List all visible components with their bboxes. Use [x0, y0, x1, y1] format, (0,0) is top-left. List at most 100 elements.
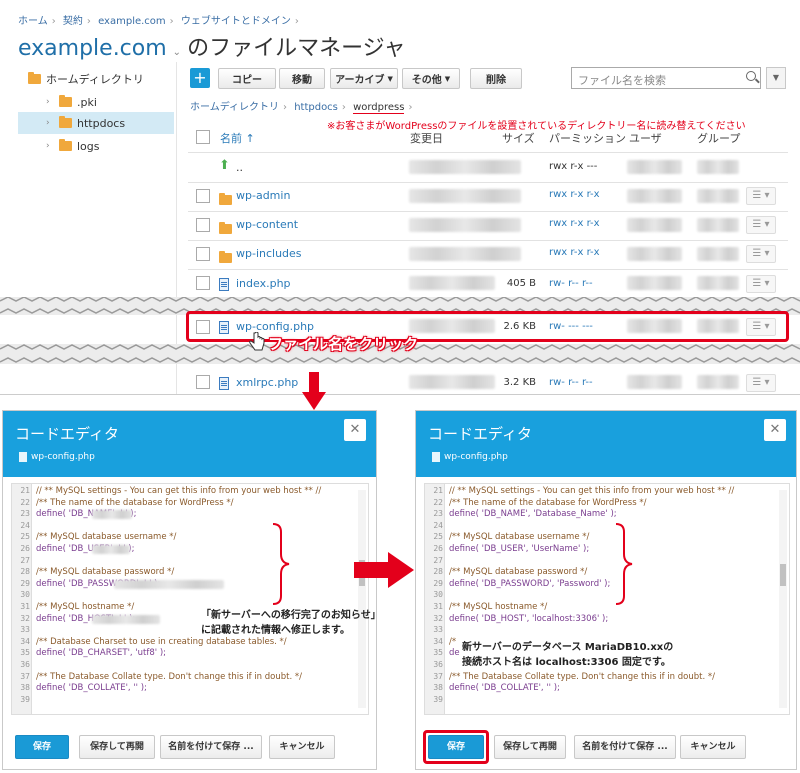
row-checkbox[interactable] — [196, 218, 210, 232]
php-file-icon — [219, 278, 229, 291]
save-button[interactable]: 保存 — [15, 735, 69, 759]
archive-button[interactable]: アーカイブ ▼ — [330, 68, 398, 89]
code-line: define( 'DB_PASSWORD', 'Password' ); — [449, 578, 611, 589]
tree-item-label: logs — [77, 139, 100, 153]
copy-button[interactable]: コピー — [218, 68, 276, 89]
file-name[interactable]: wp-content — [236, 218, 298, 231]
save-as-button[interactable]: 名前を付けて保存 ... — [160, 735, 262, 759]
line-number: 33 — [20, 625, 30, 635]
save-as-button[interactable]: 名前を付けて保存 ... — [574, 735, 676, 759]
chevron-right-icon[interactable]: › — [46, 118, 54, 128]
col-size[interactable]: サイズ — [502, 130, 535, 146]
move-button[interactable]: 移動 — [279, 68, 325, 89]
code-line: /** The Database Collate type. Don't cha… — [449, 671, 715, 682]
file-permission[interactable]: rw- r-- r-- — [549, 377, 593, 388]
close-icon[interactable]: ✕ — [764, 419, 786, 441]
code-line: /** MySQL hostname */ — [36, 602, 135, 612]
breadcrumb-websites[interactable]: ウェブサイトとドメイン — [181, 16, 291, 27]
file-name[interactable]: wp-includes — [236, 247, 302, 260]
code-area[interactable]: 21 // ** MySQL settings - You can get thi… — [424, 483, 790, 715]
path-wordpress[interactable]: wordpress — [353, 102, 405, 114]
line-number: 28 — [20, 567, 30, 577]
file-icon — [19, 452, 27, 462]
blurred-user — [627, 160, 682, 174]
file-name[interactable]: index.php — [236, 277, 291, 290]
chevron-right-icon[interactable]: › — [46, 141, 54, 151]
file-permission[interactable]: rwx r-x r-x — [549, 218, 600, 229]
file-name[interactable]: .. — [236, 161, 243, 174]
line-number: 21 — [433, 486, 443, 495]
row-checkbox[interactable] — [196, 189, 210, 203]
col-permission[interactable]: パーミッション — [549, 130, 626, 146]
blurred-date — [409, 276, 495, 290]
archive-label: アーカイブ — [335, 75, 385, 86]
code-line: /** The name of the database for WordPre… — [449, 497, 647, 508]
save-reopen-button[interactable]: 保存して再開 — [494, 735, 566, 759]
scrollbar[interactable] — [779, 490, 787, 708]
editor-filename: wp-config.php — [19, 452, 95, 462]
row-checkbox[interactable] — [196, 276, 210, 290]
tree-item-logs[interactable]: › logs — [46, 135, 100, 157]
tree-item-home[interactable]: ホームディレクトリ — [28, 68, 144, 90]
annotation-after: 新サーバーのデータベース MariaDB10.xxの 接続ホスト名は local… — [460, 641, 676, 670]
scrollbar[interactable] — [358, 490, 366, 708]
line-number: 29 — [433, 578, 443, 588]
search-options-dropdown[interactable]: ▼ — [766, 67, 786, 89]
line-number: 33 — [433, 625, 443, 635]
code-line: /** The Database Collate type. Don't cha… — [36, 671, 302, 682]
delete-button[interactable]: 削除 — [470, 68, 522, 89]
row-checkbox[interactable] — [196, 247, 210, 261]
code-area[interactable]: 21 // ** MySQL settings - You can get thi… — [11, 483, 369, 715]
cancel-button[interactable]: キャンセル — [680, 735, 746, 759]
tree-item-pki[interactable]: › .pki — [46, 91, 97, 113]
blurred-value — [92, 614, 160, 624]
cancel-button[interactable]: キャンセル — [269, 735, 335, 759]
row-menu-button[interactable]: ☰ ▾ — [746, 374, 776, 392]
tree-item-httpdocs[interactable]: › httpdocs — [18, 112, 174, 134]
breadcrumb-subscription[interactable]: 契約 — [63, 16, 83, 27]
col-user[interactable]: ユーザ — [629, 130, 662, 146]
search-icon[interactable] — [746, 71, 756, 81]
blurred-group — [697, 218, 739, 232]
col-group[interactable]: グループ — [697, 130, 740, 146]
blurred-user — [627, 218, 682, 232]
row-checkbox[interactable] — [196, 375, 210, 389]
select-all-checkbox[interactable] — [196, 130, 210, 144]
code-line: define( 'DB_COLLATE', '' ); — [36, 683, 147, 694]
row-menu-button[interactable]: ☰ ▾ — [746, 275, 776, 293]
save-reopen-button[interactable]: 保存して再開 — [79, 735, 155, 759]
annotation-line: に記載された情報へ修正します。 — [201, 624, 350, 636]
chevron-right-icon[interactable]: › — [46, 97, 54, 107]
row-menu-button[interactable]: ☰ ▾ — [746, 216, 776, 234]
col-modified[interactable]: 変更日 — [410, 130, 443, 146]
parent-dir-icon: ⬆ — [219, 158, 230, 173]
breadcrumb-domain[interactable]: example.com — [98, 16, 166, 27]
file-permission[interactable]: rwx r-x r-x — [549, 247, 600, 258]
path-home[interactable]: ホームディレクトリ — [190, 102, 279, 113]
search-input[interactable]: ファイル名を検索 — [571, 67, 761, 89]
breadcrumb-home[interactable]: ホーム — [18, 16, 48, 27]
line-number: 25 — [433, 532, 443, 542]
code-line: // ** MySQL settings - You can get this … — [36, 486, 322, 496]
file-name[interactable]: xmlrpc.php — [236, 376, 298, 389]
scrollbar-thumb[interactable] — [780, 564, 786, 586]
path-httpdocs[interactable]: httpdocs — [294, 102, 338, 113]
file-name[interactable]: wp-admin — [236, 189, 290, 202]
code-line: // ** MySQL settings - You can get this … — [449, 486, 735, 496]
col-name[interactable]: 名前 ↑ — [220, 130, 255, 146]
blurred-group — [697, 189, 739, 203]
row-menu-button[interactable]: ☰ ▾ — [746, 187, 776, 205]
add-button[interactable]: + — [190, 68, 210, 88]
chevron-down-icon[interactable]: ⌄ — [173, 47, 181, 58]
domain-title[interactable]: example.com — [18, 36, 167, 61]
line-number: 31 — [433, 602, 443, 611]
file-permission[interactable]: rwx r-x r-x — [549, 189, 600, 200]
file-permission[interactable]: rw- r-- r-- — [549, 278, 593, 289]
line-number: 35 — [433, 648, 443, 658]
close-icon[interactable]: ✕ — [344, 419, 366, 441]
blurred-date — [409, 189, 521, 203]
folder-icon — [219, 222, 232, 234]
row-menu-button[interactable]: ☰ ▾ — [746, 245, 776, 263]
folder-icon — [59, 139, 72, 151]
other-button[interactable]: その他 ▼ — [402, 68, 460, 89]
